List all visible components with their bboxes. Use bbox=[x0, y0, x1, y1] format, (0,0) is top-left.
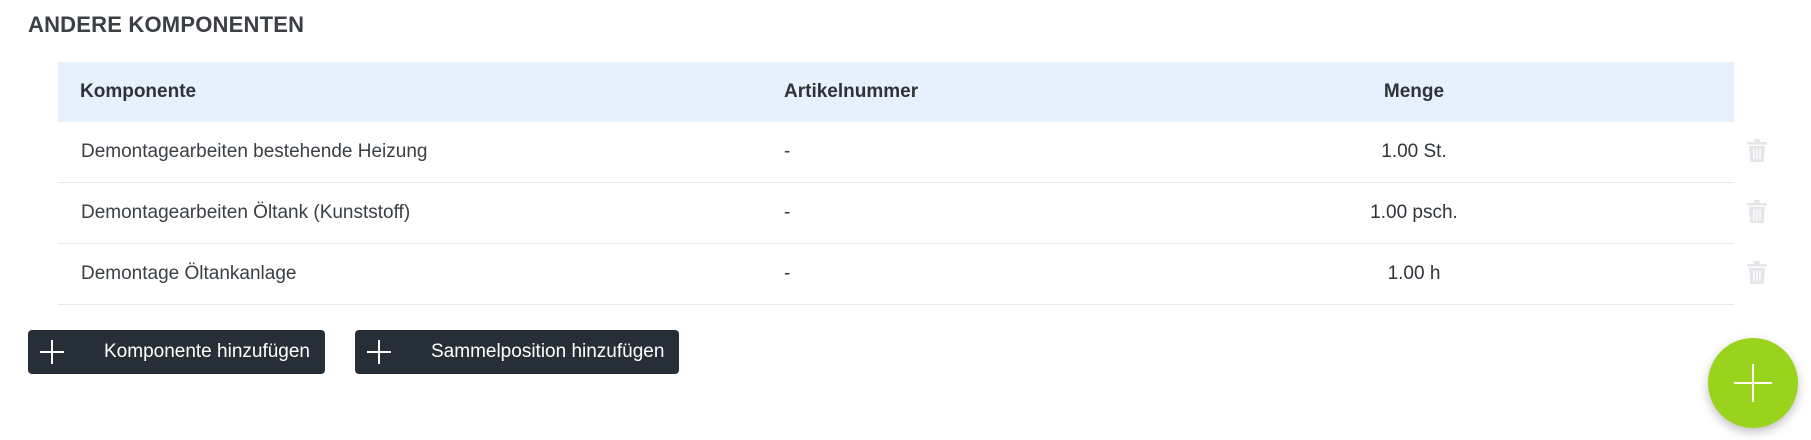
table-header: Komponente Artikelnummer Menge bbox=[58, 62, 1734, 122]
header-komponente: Komponente bbox=[80, 81, 197, 102]
trash-icon[interactable] bbox=[1746, 200, 1768, 226]
trash-icon[interactable] bbox=[1746, 261, 1768, 287]
row-quantity: 1.00 St. bbox=[1381, 141, 1447, 162]
plus-icon bbox=[367, 340, 391, 364]
plus-icon bbox=[40, 340, 64, 364]
page: ANDERE KOMPONENTEN Komponente Artikelnum… bbox=[0, 0, 1811, 440]
row-article-number: - bbox=[784, 202, 791, 223]
table-row: Demontagearbeiten bestehende Heizung - 1… bbox=[58, 122, 1767, 183]
table-row: Demontagearbeiten Öltank (Kunststoff) - … bbox=[58, 183, 1767, 244]
row-component-name: Demontagearbeiten bestehende Heizung bbox=[81, 141, 428, 162]
table-row: Demontage Öltankanlage - 1.00 h bbox=[58, 244, 1767, 305]
header-menge: Menge bbox=[1383, 81, 1445, 102]
row-quantity: 1.00 psch. bbox=[1370, 202, 1458, 223]
trash-icon[interactable] bbox=[1746, 139, 1768, 165]
add-collective-position-button[interactable]: Sammelposition hinzufügen bbox=[355, 330, 679, 374]
row-component-name: Demontagearbeiten Öltank (Kunststoff) bbox=[81, 202, 411, 223]
components-table: Komponente Artikelnummer Menge Demontage… bbox=[58, 62, 1767, 305]
row-article-number: - bbox=[784, 263, 791, 284]
add-component-label: Komponente hinzufügen bbox=[104, 341, 310, 362]
row-component-name: Demontage Öltankanlage bbox=[81, 263, 297, 284]
add-collective-position-label: Sammelposition hinzufügen bbox=[431, 341, 665, 362]
header-artikelnummer: Artikelnummer bbox=[784, 81, 919, 102]
section-title: ANDERE KOMPONENTEN bbox=[28, 12, 305, 37]
row-quantity: 1.00 h bbox=[1387, 263, 1441, 284]
fab-add-button[interactable] bbox=[1708, 338, 1798, 428]
row-article-number: - bbox=[784, 141, 791, 162]
add-component-button[interactable]: Komponente hinzufügen bbox=[28, 330, 325, 374]
